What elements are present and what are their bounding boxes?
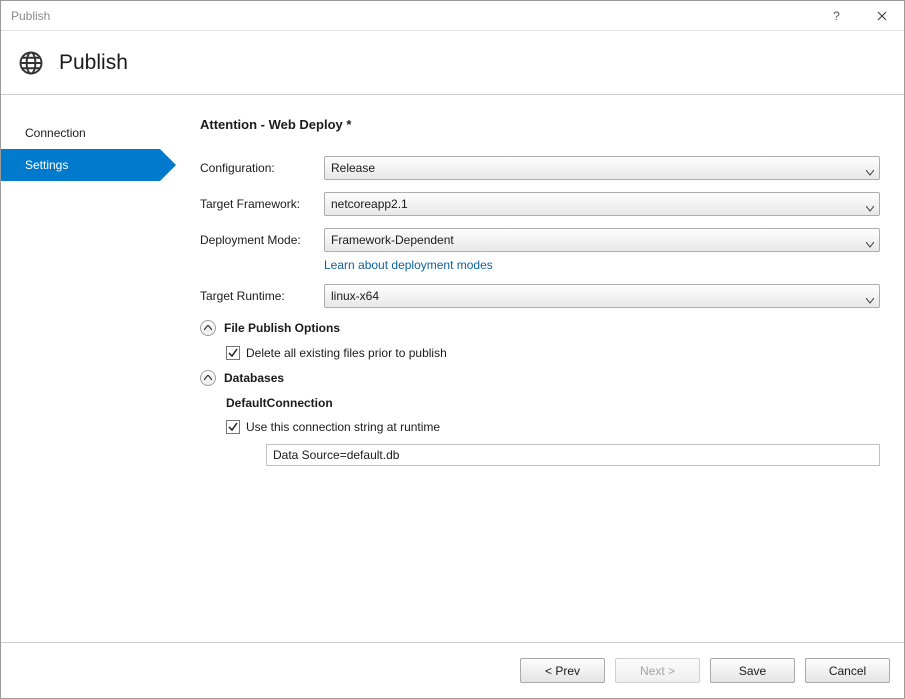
section-databases: Databases DefaultConnection Use this con… (200, 370, 880, 466)
label-configuration: Configuration: (200, 161, 324, 175)
section-header-databases[interactable]: Databases (200, 370, 880, 386)
next-button: Next > (615, 658, 700, 683)
button-label: Save (739, 664, 766, 678)
section-body-file-publish: Delete all existing files prior to publi… (226, 346, 880, 360)
section-body-databases: DefaultConnection Use this connection st… (226, 396, 880, 466)
combo-target-framework[interactable]: netcoreapp2.1 (324, 192, 880, 216)
checkbox-icon (226, 420, 240, 434)
row-deployment-mode: Deployment Mode: Framework-Dependent (200, 228, 880, 252)
section-title: File Publish Options (224, 321, 340, 335)
button-label: Cancel (829, 664, 866, 678)
help-icon: ? (833, 9, 840, 23)
sidebar-item-label: Settings (25, 158, 68, 172)
combo-value: Release (331, 161, 375, 175)
prev-button[interactable]: < Prev (520, 658, 605, 683)
section-header-file-publish[interactable]: File Publish Options (200, 320, 880, 336)
section-title: Databases (224, 371, 284, 385)
page-heading: Attention - Web Deploy * (200, 117, 880, 132)
button-label: Next > (640, 664, 675, 678)
button-label: < Prev (545, 664, 580, 678)
combo-value: netcoreapp2.1 (331, 197, 408, 211)
globe-icon (17, 49, 45, 77)
label-target-framework: Target Framework: (200, 197, 324, 211)
dialog-body: Connection Settings Attention - Web Depl… (1, 95, 904, 642)
titlebar: Publish ? (1, 1, 904, 31)
chevron-down-icon (866, 165, 874, 171)
row-configuration: Configuration: Release (200, 156, 880, 180)
combo-target-runtime[interactable]: linux-x64 (324, 284, 880, 308)
publish-dialog: Publish ? Publish Connection (0, 0, 905, 699)
db-connection-name: DefaultConnection (226, 396, 880, 410)
chevron-up-icon (200, 370, 216, 386)
chevron-down-icon (866, 201, 874, 207)
combo-deployment-mode[interactable]: Framework-Dependent (324, 228, 880, 252)
chevron-down-icon (866, 237, 874, 243)
connection-string-input[interactable]: Data Source=default.db (266, 444, 880, 466)
connection-string-value: Data Source=default.db (273, 448, 399, 462)
footer: < Prev Next > Save Cancel (1, 642, 904, 698)
combo-value: linux-x64 (331, 289, 379, 303)
row-target-runtime: Target Runtime: linux-x64 (200, 284, 880, 308)
sidebar-item-label: Connection (25, 126, 86, 140)
deployment-mode-help: Learn about deployment modes (324, 258, 880, 272)
banner-title: Publish (59, 51, 128, 75)
save-button[interactable]: Save (710, 658, 795, 683)
link-deployment-modes[interactable]: Learn about deployment modes (324, 258, 493, 272)
close-icon (877, 11, 887, 21)
sidebar-item-connection[interactable]: Connection (1, 117, 160, 149)
label-deployment-mode: Deployment Mode: (200, 233, 324, 247)
chevron-down-icon (866, 293, 874, 299)
checkbox-delete-existing[interactable]: Delete all existing files prior to publi… (226, 346, 880, 360)
checkbox-use-connection-runtime[interactable]: Use this connection string at runtime (226, 420, 880, 434)
chevron-up-icon (200, 320, 216, 336)
checkbox-label: Use this connection string at runtime (246, 420, 440, 434)
sidebar-item-settings[interactable]: Settings (1, 149, 160, 181)
help-button[interactable]: ? (814, 1, 859, 31)
window-title: Publish (11, 9, 50, 23)
combo-value: Framework-Dependent (331, 233, 454, 247)
main-panel: Attention - Web Deploy * Configuration: … (160, 95, 904, 642)
banner: Publish (1, 31, 904, 95)
sidebar: Connection Settings (1, 95, 160, 642)
close-button[interactable] (859, 1, 904, 31)
row-target-framework: Target Framework: netcoreapp2.1 (200, 192, 880, 216)
section-file-publish: File Publish Options Delete all existing… (200, 320, 880, 360)
combo-configuration[interactable]: Release (324, 156, 880, 180)
checkbox-icon (226, 346, 240, 360)
checkbox-label: Delete all existing files prior to publi… (246, 346, 447, 360)
label-target-runtime: Target Runtime: (200, 289, 324, 303)
cancel-button[interactable]: Cancel (805, 658, 890, 683)
